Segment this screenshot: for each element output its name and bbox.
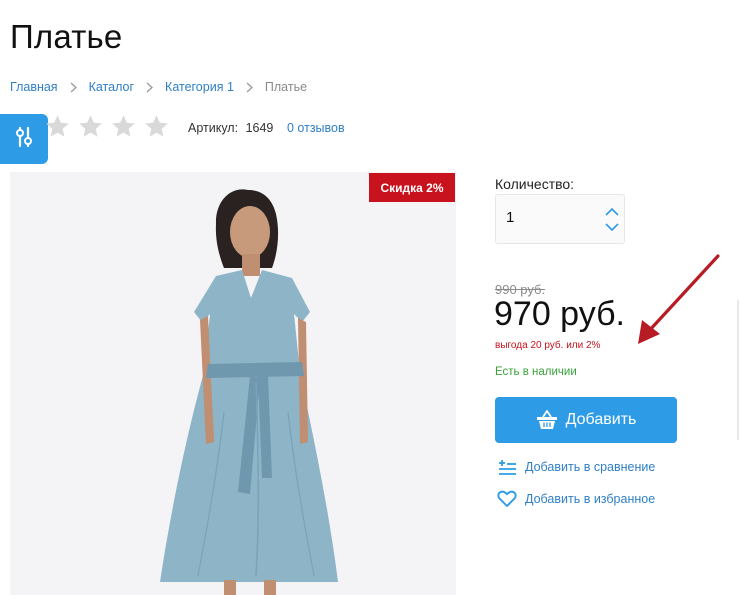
rating-stars[interactable] [44, 113, 170, 140]
add-to-cart-button[interactable]: Добавить [495, 397, 677, 443]
breadcrumb: Главная Каталог Категория 1 Платье [10, 80, 307, 94]
chevron-right-icon [70, 82, 77, 93]
add-to-compare-link[interactable]: Добавить в сравнение [497, 458, 655, 476]
star-icon[interactable] [143, 113, 170, 140]
breadcrumb-category[interactable]: Категория 1 [165, 80, 234, 94]
add-to-cart-label: Добавить [565, 411, 637, 428]
current-price: 970 руб. [494, 295, 626, 333]
compare-label: Добавить в сравнение [525, 460, 656, 474]
page-title: Платье [10, 18, 123, 55]
sliders-icon [14, 126, 34, 153]
star-icon[interactable] [77, 113, 104, 140]
star-icon[interactable] [44, 113, 71, 140]
add-to-favorites-link[interactable]: Добавить в избранное [497, 490, 655, 508]
basket-icon [536, 410, 558, 430]
quantity-stepper [495, 194, 625, 244]
breadcrumb-home[interactable]: Главная [10, 80, 58, 94]
compare-list-icon [497, 458, 517, 476]
product-image[interactable] [10, 172, 456, 595]
sku-label: Артикул: [188, 121, 239, 135]
divider [737, 300, 739, 440]
sku-info: Артикул: 1649 [188, 121, 273, 135]
chevron-up-icon[interactable] [604, 204, 620, 218]
filter-toggle-button[interactable] [0, 114, 48, 164]
chevron-down-icon[interactable] [604, 220, 620, 234]
annotation-arrow-icon [620, 250, 730, 355]
stock-status: Есть в наличии [495, 366, 577, 378]
chevron-right-icon [146, 82, 154, 93]
savings-text: выгода 20 руб. или 2% [495, 340, 601, 351]
star-icon[interactable] [110, 113, 137, 140]
heart-icon [497, 490, 517, 508]
breadcrumb-catalog[interactable]: Каталог [89, 80, 134, 94]
discount-badge: Скидка 2% [369, 173, 455, 202]
chevron-right-icon [246, 82, 253, 93]
reviews-link[interactable]: 0 отзывов [287, 121, 345, 135]
quantity-input[interactable] [506, 209, 576, 226]
breadcrumb-current: Платье [264, 80, 308, 94]
favorite-label: Добавить в избранное [525, 492, 656, 506]
sku-value: 1649 [245, 121, 274, 135]
quantity-label: Количество: [495, 176, 575, 192]
